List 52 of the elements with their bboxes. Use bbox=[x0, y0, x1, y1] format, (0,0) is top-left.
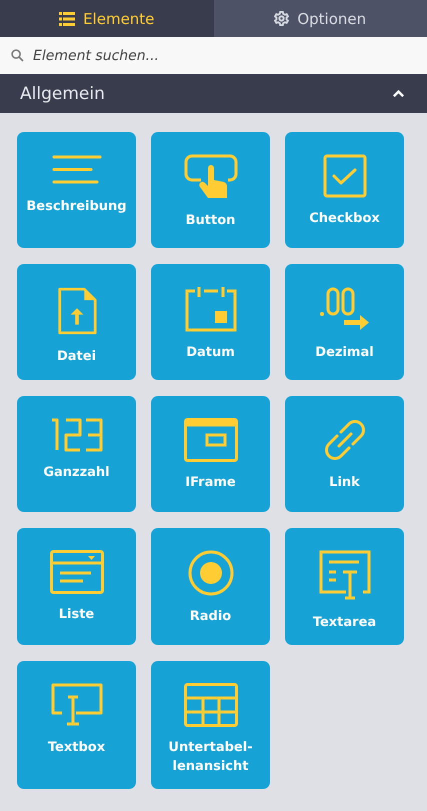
element-tile[interactable]: Textbox bbox=[17, 660, 136, 789]
element-tile[interactable]: Checkbox bbox=[285, 132, 404, 248]
decimal-arrow-icon bbox=[318, 286, 370, 332]
list-icon bbox=[59, 12, 76, 26]
tile-label: Datum bbox=[186, 344, 235, 362]
search-field[interactable]: Element suchen... bbox=[0, 37, 427, 74]
element-tile[interactable]: Untertabel- lenansicht bbox=[151, 660, 270, 789]
tile-label: Datei bbox=[56, 348, 96, 366]
file-upload-icon bbox=[56, 286, 96, 336]
tile-label: Radio bbox=[190, 608, 232, 626]
tile-label: Untertabel- lenansicht bbox=[168, 738, 253, 776]
element-tile[interactable]: Textarea bbox=[285, 528, 404, 645]
link-icon bbox=[322, 418, 366, 462]
element-tile[interactable]: Datei bbox=[17, 264, 136, 380]
element-tile[interactable]: Dezimal bbox=[285, 264, 404, 380]
tile-label: Ganzzahl bbox=[43, 464, 110, 482]
element-tile[interactable]: Button bbox=[151, 132, 270, 248]
section-header[interactable]: Allgemein bbox=[0, 74, 427, 113]
section-title: Allgemein bbox=[20, 84, 105, 104]
element-tile[interactable]: Beschreibung bbox=[17, 132, 136, 248]
window-icon bbox=[184, 418, 238, 462]
tile-label: Dezimal bbox=[315, 344, 374, 362]
element-tile[interactable]: Ganzzahl bbox=[17, 396, 136, 512]
table-icon bbox=[184, 682, 238, 727]
element-tile[interactable]: Link bbox=[285, 396, 404, 512]
pointing-hand-icon bbox=[184, 154, 238, 200]
checkbox-icon bbox=[322, 154, 366, 198]
radio-icon bbox=[188, 550, 234, 596]
tile-label: Beschreibung bbox=[26, 198, 127, 216]
tile-label: IFrame bbox=[185, 474, 236, 492]
text-area-icon bbox=[318, 550, 372, 602]
tile-label: Textarea bbox=[312, 614, 376, 632]
search-input[interactable]: Element suchen... bbox=[33, 48, 416, 64]
numbers-icon bbox=[50, 418, 104, 452]
element-tile[interactable]: IFrame bbox=[151, 396, 270, 512]
element-tile[interactable]: Datum bbox=[151, 264, 270, 380]
tile-label: Checkbox bbox=[309, 210, 380, 228]
tab[interactable]: Optionen bbox=[214, 0, 427, 37]
chevron-up-icon[interactable] bbox=[392, 89, 405, 98]
tile-label: Liste bbox=[58, 606, 94, 624]
tile-label: Link bbox=[329, 474, 360, 492]
gear-icon bbox=[274, 11, 290, 26]
tab[interactable]: Elemente bbox=[0, 0, 214, 37]
lines-icon bbox=[52, 154, 102, 186]
text-field-icon bbox=[50, 682, 104, 727]
element-tile[interactable]: Liste bbox=[17, 528, 136, 645]
search-icon bbox=[11, 49, 24, 62]
tile-label: Textbox bbox=[48, 738, 106, 757]
calendar-icon bbox=[184, 286, 238, 332]
dropdown-list-icon bbox=[50, 550, 104, 594]
element-tile[interactable]: Radio bbox=[151, 528, 270, 645]
tile-label: Button bbox=[186, 212, 236, 230]
